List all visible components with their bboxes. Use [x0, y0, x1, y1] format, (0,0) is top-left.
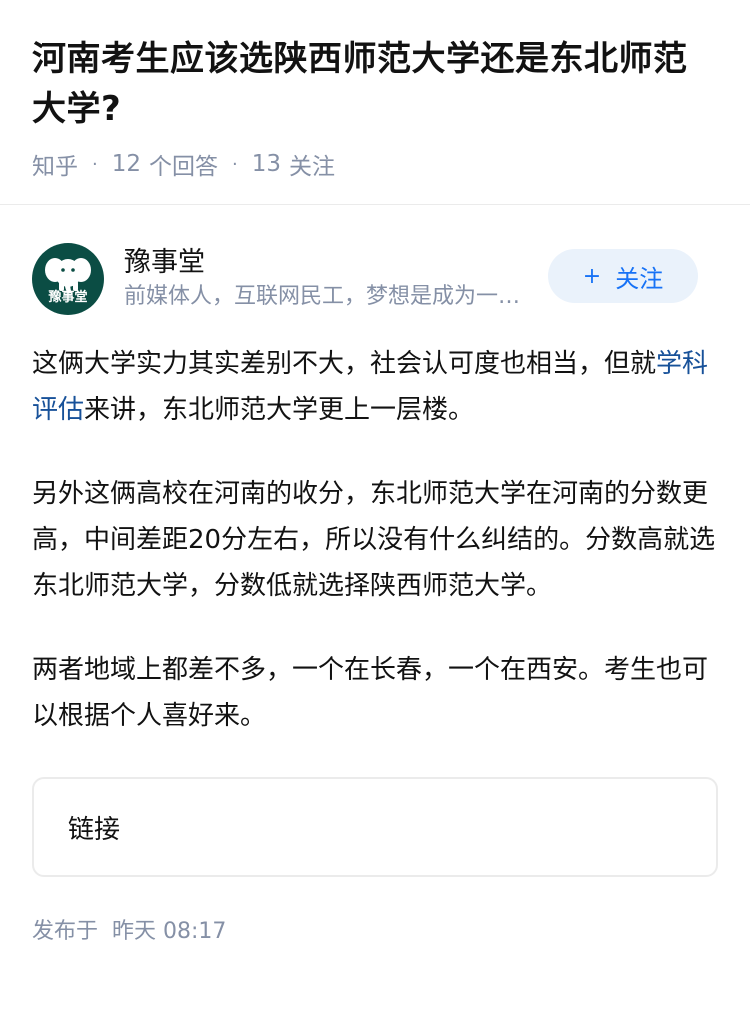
answer-paragraph: 这俩大学实力其实差别不大，社会认可度也相当，但就学科评估来讲，东北师范大学更上一… — [32, 341, 718, 433]
publish-time: 昨天 08:17 — [112, 919, 227, 944]
avatar[interactable]: 豫事堂 — [32, 243, 104, 315]
publish-label: 发布于 — [32, 919, 99, 944]
answer-text: 这俩大学实力其实差别不大，社会认可度也相当，但就 — [32, 349, 657, 379]
answer-text: 来讲，东北师范大学更上一层楼。 — [84, 395, 475, 425]
question-meta: 知乎 · 12 个回答 · 13 关注 — [32, 146, 718, 182]
question-title[interactable]: 河南考生应该选陕西师范大学还是东北师范大学? — [32, 34, 718, 134]
publish-info: 发布于 昨天 08:17 — [0, 913, 750, 945]
follow-button-label: 关注 — [615, 264, 664, 293]
question-header: 河南考生应该选陕西师范大学还是东北师范大学? 知乎 · 12 个回答 · 13 … — [0, 0, 750, 182]
avatar-logo-text: 豫事堂 — [48, 290, 88, 305]
source-label[interactable]: 知乎 — [32, 147, 78, 181]
link-card-label: 链接 — [68, 814, 121, 845]
plus-icon: + — [582, 263, 602, 289]
meta-dot: · — [92, 153, 98, 175]
answer-content: 这俩大学实力其实差别不大，社会认可度也相当，但就学科评估来讲，东北师范大学更上一… — [0, 341, 750, 739]
follow-button[interactable]: + 关注 — [548, 249, 698, 303]
answer-count: 12 — [111, 151, 142, 177]
answer-paragraph: 另外这俩高校在河南的收分，东北师范大学在河南的分数更高，中间差距20分左右，所以… — [32, 479, 716, 601]
author-name[interactable]: 豫事堂 — [124, 245, 544, 281]
answer-count-label[interactable]: 个回答 — [149, 147, 218, 181]
author-info: 豫事堂 前媒体人，互联网民工，梦想是成为一名作家 — [124, 245, 544, 313]
answer-paragraph: 两者地域上都差不多，一个在长春，一个在西安。考生也可以根据个人喜好来。 — [32, 655, 709, 731]
follow-count: 13 — [251, 151, 282, 177]
author-bio: 前媒体人，互联网民工，梦想是成为一名作家 — [124, 284, 534, 309]
link-card[interactable]: 链接 — [32, 777, 718, 877]
author-card: 豫事堂 豫事堂 前媒体人，互联网民工，梦想是成为一名作家 + 关注 — [0, 239, 750, 319]
follow-count-label[interactable]: 关注 — [289, 147, 335, 181]
meta-dot: · — [232, 153, 238, 175]
divider — [0, 204, 750, 205]
